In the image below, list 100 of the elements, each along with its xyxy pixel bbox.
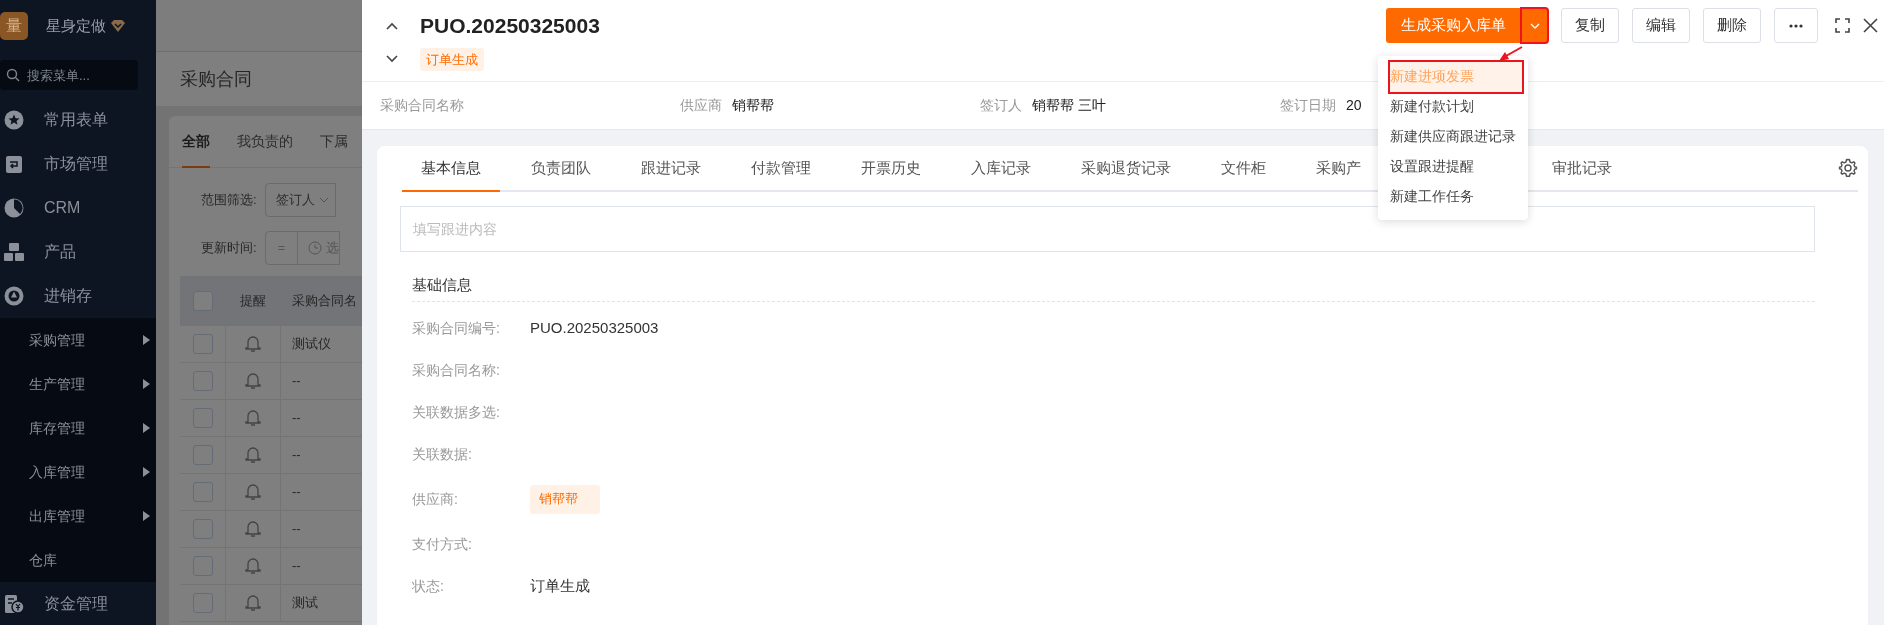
summary-label: 供应商 [680,96,722,115]
tab[interactable]: 文件柜 [1202,146,1285,192]
action-button[interactable]: 复制 [1561,8,1619,43]
fullscreen-icon [1835,18,1850,33]
page-title: 采购合同 [180,67,252,91]
submenu-item[interactable]: 生产管理 [0,362,156,406]
field-label: 支付方式: [412,535,473,554]
tab[interactable]: 入库记录 [952,146,1050,192]
table-cell-text: -- [291,446,302,465]
dropdown-toggle-button[interactable] [1521,8,1548,43]
boxes-icon [4,242,24,262]
table-cell-text: -- [291,483,302,502]
tab[interactable]: 审批记录 [1533,146,1631,192]
clipboard-icon [4,154,24,174]
checkbox[interactable] [192,445,213,465]
settings-icon [1838,158,1858,178]
table-cell-text: 测试仪 [291,335,332,354]
caret-icon [1530,22,1540,29]
bell-icon [245,372,261,390]
checkbox[interactable] [192,371,213,391]
bell-icon [245,446,261,464]
bell-icon [245,483,261,501]
tab[interactable]: 跟进记录 [622,146,720,192]
field-value: PUO.20250325003 [530,318,659,339]
summary-value: 销帮帮 [732,96,774,115]
tab[interactable]: 付款管理 [732,146,830,192]
checkbox[interactable] [192,482,213,502]
caret-right-icon [142,511,150,521]
table-cell-text: -- [291,409,302,428]
menu-item[interactable]: CRM [0,186,156,230]
bell-icon [245,409,261,427]
bell-icon [245,557,261,575]
caret-right-icon [142,335,150,345]
table-cell-text: -- [291,557,302,576]
tab[interactable]: 负责团队 [512,146,610,192]
menu-item[interactable]: 产品 [0,230,156,274]
menu-item[interactable]: 设置跟进提醒 [1378,152,1528,182]
close-icon [1863,18,1878,33]
checkbox[interactable] [192,556,213,576]
caret-right-icon [142,467,150,477]
settings-button[interactable] [1838,158,1858,178]
checkbox[interactable] [192,519,213,539]
logo: 量 [0,12,28,40]
section-title: 基础信息 [412,274,1815,302]
checkbox[interactable] [192,290,213,311]
filter-select[interactable]: 签订人 [264,183,336,217]
tab[interactable]: 开票历史 [842,146,940,192]
tab[interactable]: 全部 [182,116,210,168]
bell-icon [245,520,261,538]
diamond-icon [110,19,126,33]
more-icon [1789,23,1803,28]
menu-item[interactable]: 新建付款计划 [1378,92,1528,122]
supplier-tag: 销帮帮 [530,484,600,515]
tab[interactable]: 下属 [320,116,348,168]
table-cell-text: -- [291,520,302,539]
tab[interactable]: 采购退货记录 [1062,146,1190,192]
field-label: 关联数据多选: [412,403,501,422]
summary-value: 20 [1346,96,1362,115]
bell-icon [245,335,261,353]
status-tag: 订单生成 [420,47,484,71]
table-cell-text: -- [291,372,302,391]
filter-label: 范围筛选: [201,191,257,210]
column-header: 提醒 [226,276,281,325]
action-button[interactable]: 编辑 [1632,8,1690,43]
more-button[interactable] [1774,8,1818,43]
action-button[interactable]: 删除 [1703,8,1761,43]
checkbox[interactable] [192,334,213,354]
menu-item[interactable]: 市场管理 [0,142,156,186]
field-label: 关联数据: [412,445,473,464]
caret-right-icon [142,423,150,433]
search-icon [6,68,20,82]
summary-value: 销帮帮 三叶 [1032,96,1106,115]
submenu-item[interactable]: 入库管理 [0,450,156,494]
menu-item[interactable]: 常用表单 [0,98,156,142]
summary-label: 采购合同名称 [380,96,464,115]
search-field[interactable]: 搜索菜单... [0,60,138,90]
summary-label: 签订日期 [1280,96,1336,115]
caret-right-icon [142,379,150,389]
field-value: 订单生成 [530,576,590,597]
submenu-item[interactable]: 仓库 [0,538,156,582]
field-label: 供应商: [412,490,459,509]
bell-icon [245,594,261,612]
tab[interactable]: 采购产 [1297,146,1380,192]
checkbox[interactable] [192,593,213,613]
submenu-item[interactable]: 采购管理 [0,318,156,362]
tab[interactable]: 基本信息 [402,146,500,192]
field-label: 采购合同名称: [412,361,501,380]
menu-item[interactable]: 进销存 [0,274,156,318]
chevron-up-icon [386,21,398,30]
tab[interactable]: 我负责的 [237,116,293,168]
chevron-down-icon [386,55,398,64]
submenu-item[interactable]: 出库管理 [0,494,156,538]
checkbox[interactable] [192,408,213,428]
follow-up-field[interactable]: 填写跟进内容 [400,206,1815,252]
submenu-item[interactable]: 库存管理 [0,406,156,450]
menu-item[interactable]: 新建供应商跟进记录 [1378,122,1528,152]
menu-item[interactable]: 资金管理 [0,582,156,625]
table-cell-text: 测试 [291,594,319,613]
brand-name: 星身定做 [46,15,106,36]
column-header: 采购合同名 [291,291,358,310]
